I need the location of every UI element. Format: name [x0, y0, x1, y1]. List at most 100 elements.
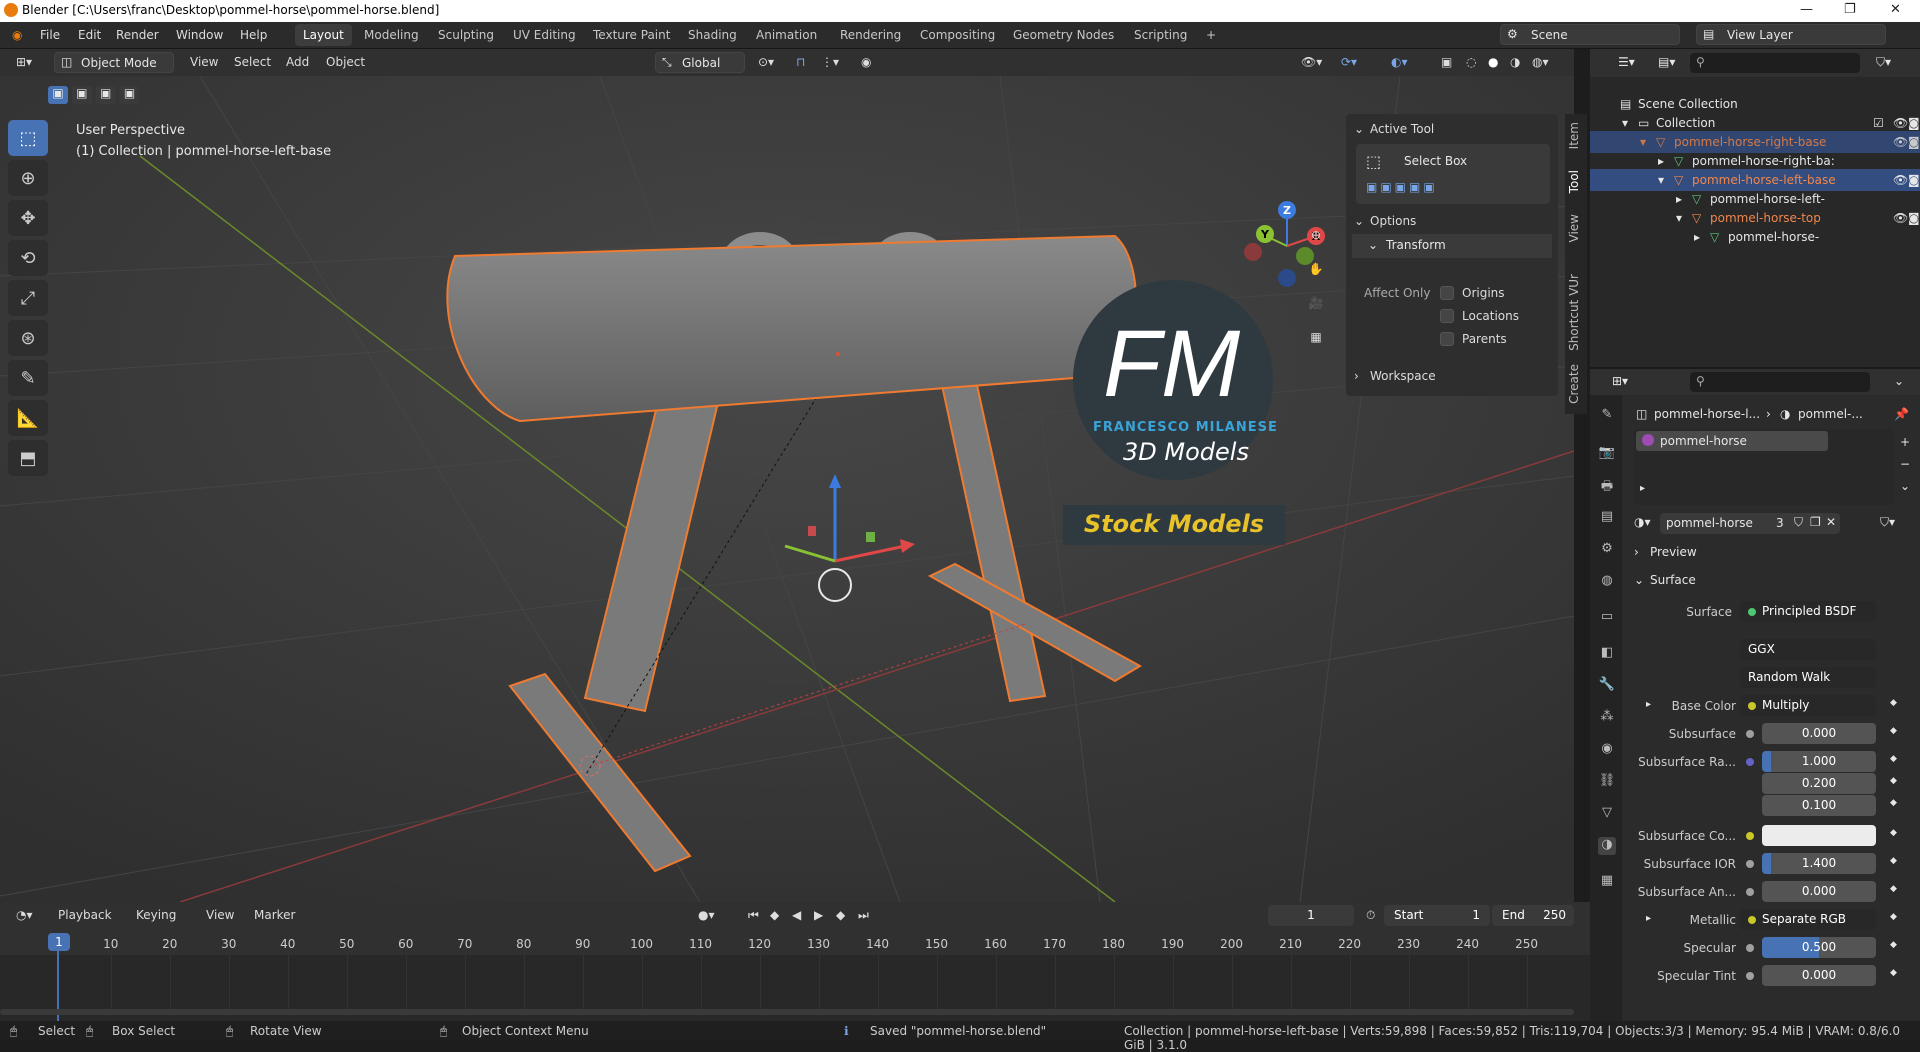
properties-search-input[interactable]: ⚲	[1690, 372, 1870, 392]
options-chevron-icon[interactable]: ⌄	[1894, 374, 1904, 388]
display-mode-icon[interactable]: ▤▾	[1658, 55, 1675, 69]
material-shading-icon[interactable]: ◑	[1504, 52, 1526, 73]
tab-modeling[interactable]: Modeling	[356, 24, 427, 46]
tab-geometry-nodes[interactable]: Geometry Nodes	[1005, 24, 1122, 46]
pin-icon[interactable]: 📌	[1894, 407, 1909, 421]
maximize-icon[interactable]: ❐	[1844, 2, 1856, 17]
properties-editor-icon[interactable]: ⊞▾	[1612, 374, 1628, 388]
tab-tool[interactable]: Tool	[1567, 170, 1585, 193]
camera-icon[interactable]: ◙	[1908, 135, 1920, 149]
slot-menu-icon[interactable]: ⌄	[1900, 479, 1910, 493]
record-icon[interactable]: ●▾	[692, 905, 721, 926]
tab-compositing[interactable]: Compositing	[912, 24, 1003, 46]
prev-keyframe-icon[interactable]: ◆	[764, 905, 785, 926]
snap-icon[interactable]: ⊓	[790, 52, 811, 73]
move-tool-icon[interactable]: ✥	[8, 200, 48, 236]
origins-checkbox[interactable]	[1440, 286, 1454, 300]
exclude-checkbox-icon[interactable]: ☑	[1873, 116, 1884, 130]
timeline-scrollbar[interactable]	[0, 1009, 1574, 1015]
preview-panel-header[interactable]: › Preview	[1630, 541, 1920, 565]
start-frame-field[interactable]: Start 1	[1384, 905, 1490, 926]
node-tree-icon[interactable]: ⛉▾	[1880, 515, 1895, 530]
socket-dot-icon[interactable]	[1746, 832, 1754, 840]
distribution-dropdown[interactable]: GGX	[1740, 639, 1876, 660]
select-invert-icon[interactable]: ▣	[119, 86, 140, 104]
shader-input-field[interactable]: 0.000	[1762, 881, 1876, 902]
mode-selector[interactable]: ◫ Object Mode	[54, 52, 174, 73]
tool-mode-icons[interactable]: ▣▣▣▣▣	[1366, 180, 1438, 194]
active-tool-chevron-icon[interactable]: ⌄	[1354, 122, 1364, 136]
expand-arrow-icon[interactable]: ▸	[1694, 230, 1700, 244]
measure-tool-icon[interactable]: 📐	[8, 400, 48, 436]
collection-tab-icon[interactable]: ▭	[1598, 609, 1616, 627]
menu-help[interactable]: Help	[240, 28, 267, 42]
tab-shortcut-vur[interactable]: Shortcut VUr	[1567, 274, 1585, 351]
snap-target-icon[interactable]: ⋮▾	[815, 52, 845, 73]
keyframe-icon[interactable]: ◆	[1890, 968, 1897, 978]
jump-end-icon[interactable]: ⏭	[852, 905, 875, 926]
perspective-toggle-icon[interactable]: ▦	[1302, 324, 1330, 354]
tab-animation[interactable]: Animation	[748, 24, 825, 46]
eye-icon[interactable]: 👁	[1893, 211, 1908, 225]
cursor-tool-icon[interactable]: ⊕	[8, 160, 48, 196]
active-tool-header[interactable]: Active Tool	[1370, 122, 1434, 136]
proportional-edit-icon[interactable]: ◉	[855, 52, 877, 73]
expand-arrow-icon[interactable]: ▾	[1676, 211, 1682, 225]
camera-icon[interactable]: ◙	[1908, 173, 1920, 187]
overlay-icon[interactable]: ◐▾	[1385, 52, 1414, 73]
tab-shading[interactable]: Shading	[680, 24, 745, 46]
shader-input-field[interactable]: 1.400	[1762, 853, 1876, 874]
select-box-tool-icon[interactable]: ⬚	[8, 120, 48, 156]
parents-checkbox[interactable]	[1440, 332, 1454, 346]
current-frame-field[interactable]: 1	[1268, 905, 1354, 926]
menu-timeline-view[interactable]: View	[200, 905, 240, 926]
tab-create[interactable]: Create	[1567, 364, 1585, 404]
material-slot-item[interactable]: pommel-horse	[1636, 431, 1828, 451]
add-cube-tool-icon[interactable]: ⬒	[8, 440, 48, 476]
expand-arrow-icon[interactable]: ▸	[1646, 699, 1651, 710]
timeline[interactable]: 1102030405060708090100110120130140150160…	[0, 929, 1590, 1021]
socket-dot-icon[interactable]	[1746, 758, 1754, 766]
menu-add[interactable]: Add	[280, 52, 315, 73]
tab-layout[interactable]: Layout	[295, 24, 352, 46]
modifier-tab-icon[interactable]: 🔧	[1598, 677, 1616, 695]
scene-tab-icon[interactable]: ⚙	[1598, 541, 1616, 559]
expand-arrow-icon[interactable]: ▸	[1676, 192, 1682, 206]
menu-edit[interactable]: Edit	[78, 28, 101, 42]
outliner-editor-icon[interactable]: ☰▾	[1618, 55, 1635, 69]
texture-tab-icon[interactable]: ▦	[1598, 873, 1616, 891]
keyframe-icon[interactable]: ◆	[1890, 754, 1897, 764]
rotate-tool-icon[interactable]: ⟲	[8, 240, 48, 276]
expand-arrow-icon[interactable]: ▸	[1640, 483, 1645, 494]
menu-select[interactable]: Select	[228, 52, 277, 73]
orientation-selector[interactable]: ⤡ Global	[655, 52, 745, 73]
menu-marker[interactable]: Marker	[248, 905, 301, 926]
select-box-icon[interactable]: ⬚	[1366, 152, 1381, 171]
end-frame-field[interactable]: End 250	[1492, 905, 1574, 926]
socket-dot-icon[interactable]	[1746, 972, 1754, 980]
object-tab-icon[interactable]: ◧	[1598, 645, 1616, 663]
keyframe-icon[interactable]: ◆	[1890, 776, 1897, 786]
gizmo-icon[interactable]: ⟳▾	[1335, 52, 1363, 73]
outliner-item-top-mesh[interactable]: ▸ ▽ pommel-horse-	[1590, 226, 1920, 248]
outliner-search-input[interactable]: ⚲	[1690, 53, 1860, 73]
shader-input-field[interactable]: 0.100	[1762, 795, 1876, 816]
expand-arrow-icon[interactable]: ▸	[1646, 913, 1651, 924]
select-extend-icon[interactable]: ▣	[71, 86, 92, 104]
select-new-icon[interactable]: ▣	[48, 86, 68, 104]
material-tab-icon[interactable]: ◑	[1598, 837, 1616, 855]
minimize-icon[interactable]: —	[1800, 2, 1813, 17]
3d-viewport[interactable]: Z X Y ⊕ ✋ 🎥 ▦	[0, 76, 1574, 902]
keyframe-icon[interactable]: ◆	[1890, 798, 1897, 808]
keyframe-icon[interactable]: ◆	[1890, 698, 1897, 708]
tab-view[interactable]: View	[1567, 214, 1585, 242]
add-workspace-icon[interactable]: +	[1198, 24, 1224, 46]
tab-item[interactable]: Item	[1567, 122, 1585, 149]
menu-view[interactable]: View	[184, 52, 224, 73]
remove-slot-icon[interactable]: −	[1900, 457, 1910, 471]
close-icon[interactable]: ✕	[1890, 2, 1901, 17]
material-browse-icon[interactable]: ◑▾	[1634, 515, 1651, 529]
expand-arrow-icon[interactable]: ▾	[1658, 173, 1664, 187]
tab-texture-paint[interactable]: Texture Paint	[585, 24, 678, 46]
eye-icon[interactable]: 👁	[1893, 173, 1908, 187]
